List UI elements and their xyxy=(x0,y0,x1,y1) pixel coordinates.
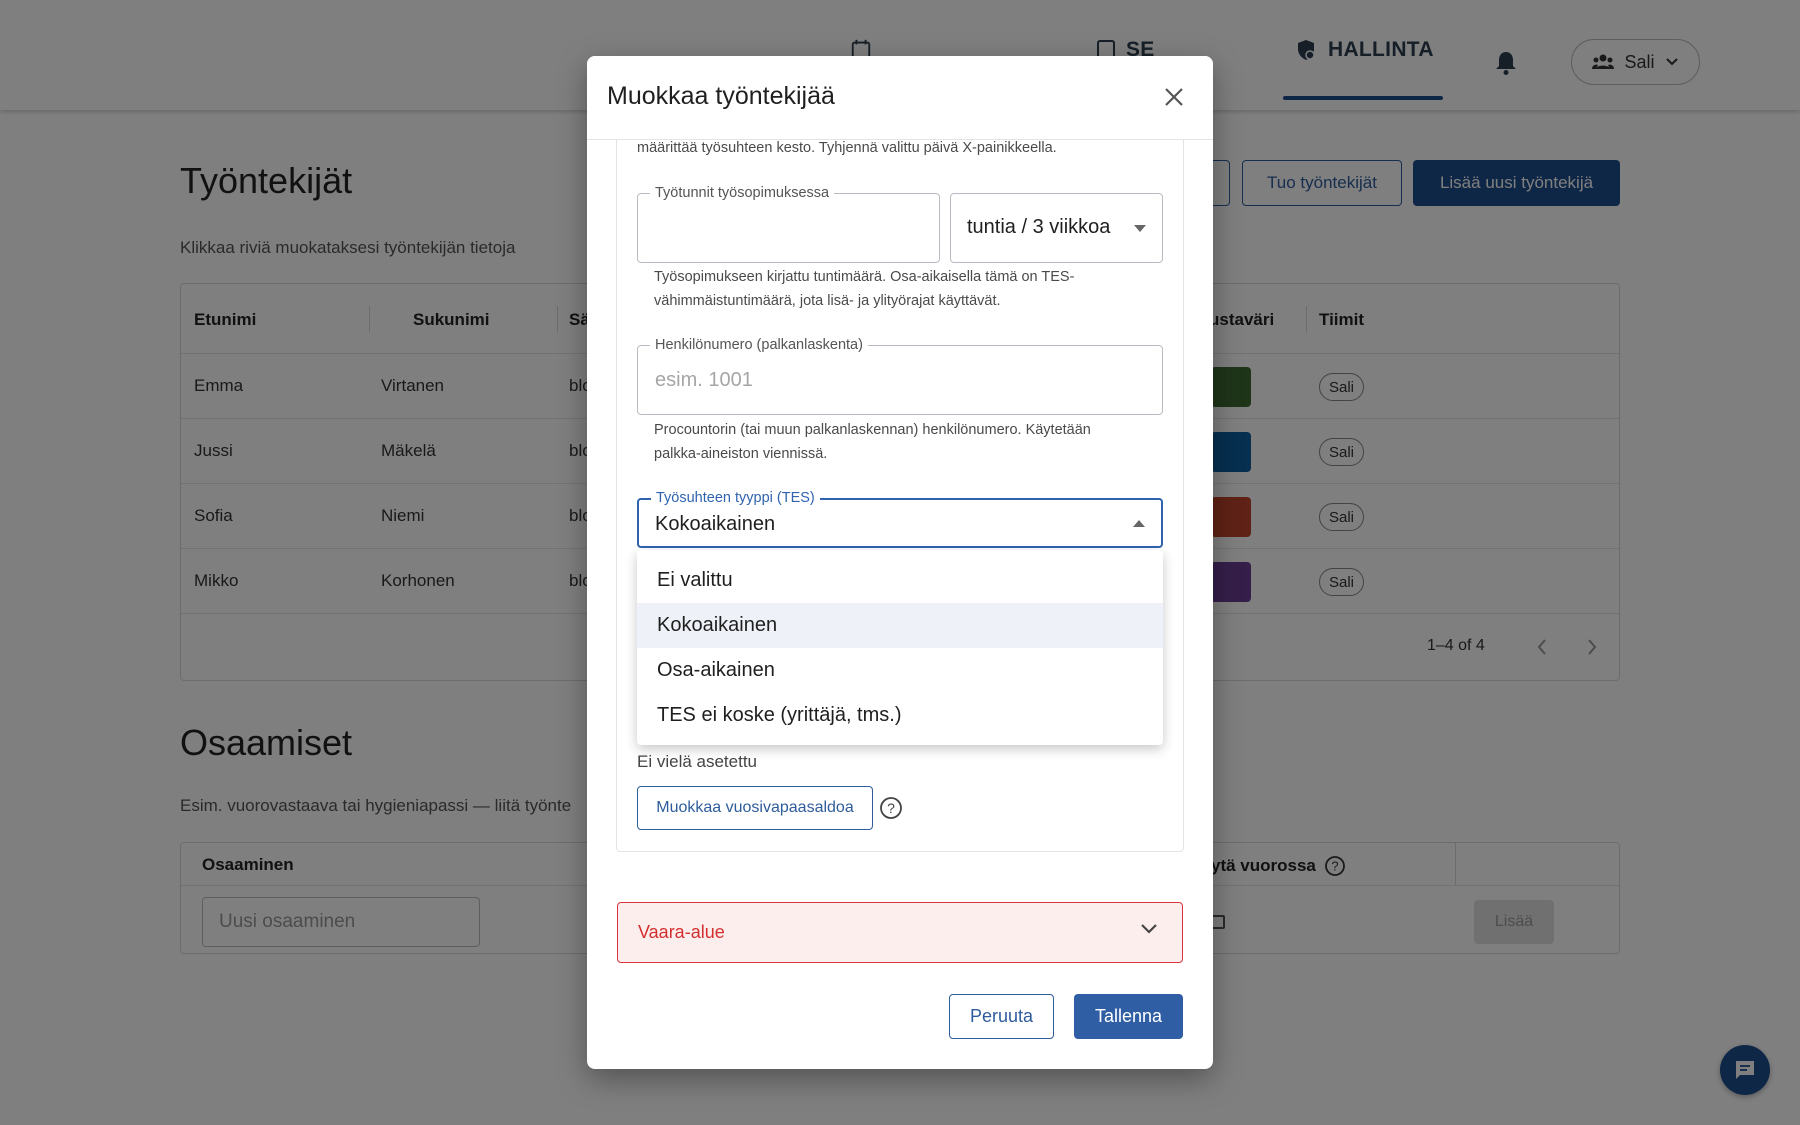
edit-vacation-balance-button[interactable]: Muokkaa vuosivapaasaldoa xyxy=(637,786,873,830)
hours-period-select[interactable]: tuntia / 3 viikkoa xyxy=(950,193,1163,263)
menu-item-full-time[interactable]: Kokoaikainen xyxy=(637,603,1163,648)
dialog-header: Muokkaa työntekijää xyxy=(587,56,1213,140)
cancel-button[interactable]: Peruuta xyxy=(949,994,1054,1039)
menu-item-part-time[interactable]: Osa-aikainen xyxy=(637,648,1163,693)
contract-hours-helper-1: Työsopimukseen kirjattu tuntimäärä. Osa-… xyxy=(654,269,1075,285)
chevron-down-icon xyxy=(1141,924,1157,934)
danger-zone-accordion[interactable]: Vaara-alue xyxy=(617,902,1183,963)
svg-text:?: ? xyxy=(887,800,895,816)
edit-employee-dialog: Muokkaa työntekijää määrittää työsuhteen… xyxy=(587,56,1213,1069)
employment-type-value: Kokoaikainen xyxy=(655,513,776,535)
personnel-number-placeholder: esim. 1001 xyxy=(655,369,753,391)
menu-item-not-applicable[interactable]: TES ei koske (yrittäjä, tms.) xyxy=(637,693,1163,738)
dropdown-arrow-up-icon xyxy=(1133,520,1145,527)
dropdown-arrow-icon xyxy=(1134,225,1146,232)
save-button[interactable]: Tallenna xyxy=(1074,994,1183,1039)
employment-type-select[interactable]: Työsuhteen tyyppi (TES) Kokoaikainen xyxy=(637,489,1163,548)
dialog-title: Muokkaa työntekijää xyxy=(607,82,835,110)
personnel-number-helper-1: Procountorin (tai muun palkanlaskennan) … xyxy=(654,422,1091,438)
personnel-number-label: Henkilönumero (palkanlaskenta) xyxy=(650,336,868,354)
close-icon xyxy=(1165,88,1183,106)
personnel-number-field[interactable]: Henkilönumero (palkanlaskenta) esim. 100… xyxy=(637,336,1163,415)
close-dialog-button[interactable] xyxy=(1159,82,1189,112)
personnel-number-helper-2: palkka-aineiston viennissä. xyxy=(654,446,828,462)
employment-type-menu: Ei valittu Kokoaikainen Osa-aikainen TES… xyxy=(637,550,1163,745)
menu-item-not-selected[interactable]: Ei valittu xyxy=(637,558,1163,603)
contract-hours-label: Työtunnit työsopimuksessa xyxy=(650,184,835,202)
contract-hours-field[interactable]: Työtunnit työsopimuksessa xyxy=(637,184,940,263)
vacation-help-button[interactable]: ? xyxy=(879,796,903,825)
hours-period-value: tuntia / 3 viikkoa xyxy=(967,216,1111,238)
help-icon: ? xyxy=(880,797,902,819)
vacation-balance-status: Ei vielä asetettu xyxy=(637,752,758,771)
employment-type-label: Työsuhteen tyyppi (TES) xyxy=(651,489,820,507)
danger-zone-label: Vaara-alue xyxy=(638,922,725,942)
contract-hours-helper-2: vähimmäistuntimäärä, jota lisä- ja ylity… xyxy=(654,293,1001,309)
